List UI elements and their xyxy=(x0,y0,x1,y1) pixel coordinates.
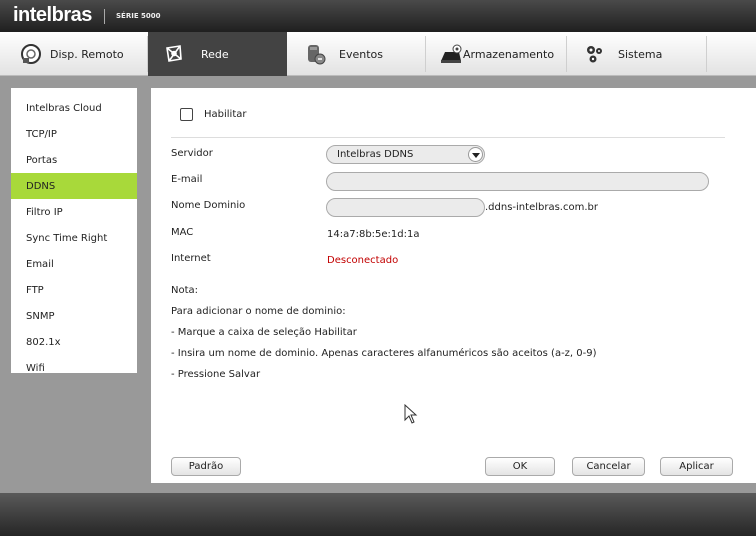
nav-item-disp-remoto[interactable]: Disp. Remoto xyxy=(20,32,124,76)
chevron-down-icon[interactable] xyxy=(468,147,483,162)
nav-item-eventos[interactable]: Eventos xyxy=(305,32,383,76)
sidebar-item-intelbras-cloud[interactable]: Intelbras Cloud xyxy=(11,95,137,121)
ddns-panel: Habilitar Servidor Intelbras DDNS E-mail… xyxy=(151,88,756,483)
nav-label-sistema: Sistema xyxy=(618,47,663,61)
mouse-cursor-icon xyxy=(404,403,418,427)
email-label: E-mail xyxy=(171,174,203,185)
sidebar-item-portas[interactable]: Portas xyxy=(11,147,137,173)
default-button[interactable]: Padrão xyxy=(171,457,241,476)
nav-label-armazenamento: Armazenamento xyxy=(463,47,555,61)
note-line: - Insira um nome de dominio. Apenas cara… xyxy=(171,348,597,359)
section-divider xyxy=(171,137,725,138)
domain-field[interactable] xyxy=(326,198,485,217)
brand-divider xyxy=(104,9,105,24)
nav-divider xyxy=(425,36,426,72)
note-line: - Marque a caixa de seleção Habilitar xyxy=(171,327,357,338)
server-label: Servidor xyxy=(171,148,213,159)
bottom-bar xyxy=(0,493,756,536)
sidebar-item-snmp[interactable]: SNMP xyxy=(11,303,137,329)
enable-label: Habilitar xyxy=(204,109,247,120)
note-line: Para adicionar o nome de dominio: xyxy=(171,306,346,317)
nav-item-armazenamento[interactable]: Armazenamento xyxy=(439,32,554,76)
mac-label: MAC xyxy=(171,227,194,238)
server-select-value: Intelbras DDNS xyxy=(337,149,414,160)
sidebar-item-wifi[interactable]: Wifi xyxy=(11,355,137,381)
mac-value: 14:a7:8b:5e:1d:1a xyxy=(327,229,420,240)
server-select[interactable]: Intelbras DDNS xyxy=(326,145,485,164)
note-title: Nota: xyxy=(171,285,199,296)
note-line: - Pressione Salvar xyxy=(171,369,261,380)
domain-label: Nome Dominio xyxy=(171,200,246,211)
nav-divider xyxy=(706,36,707,72)
internet-label: Internet xyxy=(171,253,211,264)
nav-divider xyxy=(566,36,567,72)
sidebar-menu: Intelbras Cloud TCP/IP Portas DDNS Filtr… xyxy=(11,88,137,374)
nav-label-rede: Rede xyxy=(201,47,229,61)
sidebar-item-ftp[interactable]: FTP xyxy=(11,277,137,303)
main-nav: Disp. Remoto Rede Eventos Armazenamento … xyxy=(0,32,756,76)
top-bar: intelbras SÉRIE 5000 xyxy=(0,0,756,32)
email-field[interactable] xyxy=(326,172,709,191)
network-icon xyxy=(163,43,185,65)
internet-status: Desconectado xyxy=(327,255,399,266)
sidebar-item-filtro-ip[interactable]: Filtro IP xyxy=(11,199,137,225)
ok-button[interactable]: OK xyxy=(485,457,555,476)
sidebar-item-sync-time-right[interactable]: Sync Time Right xyxy=(11,225,137,251)
nav-label-disp-remoto: Disp. Remoto xyxy=(50,47,124,61)
gears-icon xyxy=(584,43,606,65)
brand-logo: intelbras xyxy=(13,4,92,26)
sidebar-item-tcp-ip[interactable]: TCP/IP xyxy=(11,121,137,147)
domain-suffix: .ddns-intelbras.com.br xyxy=(485,202,598,213)
sidebar-item-ddns[interactable]: DDNS xyxy=(11,173,137,199)
nav-item-sistema[interactable]: Sistema xyxy=(584,32,662,76)
brand-series: SÉRIE 5000 xyxy=(116,12,161,20)
events-icon xyxy=(305,43,327,65)
nav-item-rede[interactable]: Rede xyxy=(148,32,287,76)
cancel-button[interactable]: Cancelar xyxy=(572,457,645,476)
sidebar-item-802-1x[interactable]: 802.1x xyxy=(11,329,137,355)
nav-label-eventos: Eventos xyxy=(339,47,383,61)
storage-icon xyxy=(439,43,462,65)
sidebar-item-email[interactable]: Email xyxy=(11,251,137,277)
enable-checkbox[interactable] xyxy=(180,108,193,121)
remote-device-icon xyxy=(20,43,42,65)
apply-button[interactable]: Aplicar xyxy=(660,457,733,476)
